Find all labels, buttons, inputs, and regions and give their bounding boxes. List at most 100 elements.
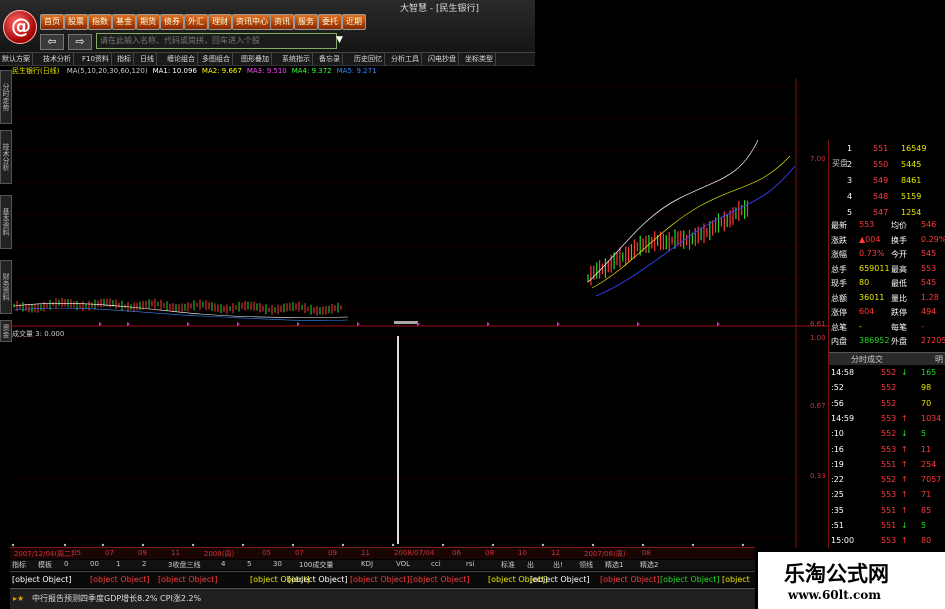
tick-volume: 165 (921, 368, 937, 377)
status-item: [object Object] (90, 575, 150, 584)
toolbar-item[interactable]: 指标 (115, 53, 134, 65)
tick-time: 15:00 (831, 536, 855, 546)
marker (99, 322, 102, 326)
search-input[interactable]: 请在此输入名称、代码或简拼，回车进入个股 (96, 33, 337, 49)
menu-button[interactable]: 资讯 (270, 14, 294, 30)
indicator-tab[interactable]: 2 (142, 560, 146, 568)
ticks-header[interactable]: 分时成交 明 (829, 352, 945, 365)
date-label: 2008(周) (204, 550, 235, 558)
toolbar-item[interactable]: 技术分析 (41, 53, 74, 65)
menu-button[interactable]: 基金 (112, 14, 136, 30)
indicator-tab[interactable]: 5 (247, 560, 251, 568)
menu-button[interactable]: 股票 (64, 14, 88, 30)
marker (357, 322, 360, 326)
toolbar-item[interactable]: 坐标类型 (463, 53, 496, 65)
menu-button[interactable]: 委托 (318, 14, 342, 30)
marker (487, 322, 490, 326)
toolbar-item[interactable]: 缠论组合 (165, 53, 198, 65)
toolbar-item[interactable]: F10资料 (80, 53, 112, 65)
tick-direction: ↑ (901, 444, 908, 454)
indicator-tab[interactable]: 标准 (501, 560, 515, 570)
menu-button[interactable]: 服务 (294, 14, 318, 30)
status-item: [object Object] (410, 575, 470, 584)
kline-series (13, 139, 796, 326)
tick-direction: ↑ (901, 490, 908, 500)
date-label: 10 (518, 549, 527, 557)
quote-value: 545 (921, 278, 937, 287)
menu-button[interactable]: 债券 (160, 14, 184, 30)
menu-button[interactable]: 近期 (342, 14, 366, 30)
tick-time: :52 (831, 383, 844, 393)
menu-button[interactable]: 外汇 (184, 14, 208, 30)
date-label: 08 (642, 549, 651, 557)
book-level: 1 (847, 144, 853, 153)
marker (127, 322, 130, 326)
chevron-down-icon[interactable]: ▼ (336, 35, 343, 45)
quote-label: 最高 (891, 264, 907, 274)
indicator-tab[interactable]: rsi (466, 560, 474, 568)
book-price[interactable]: 547 (873, 208, 888, 217)
news-ticker[interactable]: ▸★ 中行报告预测四季度GDP增长8.2% CPI涨2.2% (10, 588, 755, 609)
toolbar-item[interactable]: 分析工具 (389, 53, 422, 65)
toolbar-item[interactable]: 系统指示 (280, 53, 313, 65)
indicator-tab[interactable]: 精选1 (605, 560, 623, 570)
tick-time: :56 (831, 398, 844, 408)
forward-arrow-icon[interactable]: ⇨ (68, 34, 92, 50)
tick-direction: ↑ (901, 413, 908, 423)
tick-time: 14:58 (831, 368, 855, 377)
toolbar-item[interactable]: 历史回忆 (352, 53, 385, 65)
axis-main-top: 7.00 (810, 155, 826, 163)
book-level: 4 (847, 192, 853, 201)
indicator-tab[interactable]: 模板 (38, 560, 52, 570)
indicator-tab[interactable]: 1 (116, 560, 120, 568)
indicator-tab[interactable]: 30 (273, 560, 282, 568)
quote-value: 546 (921, 220, 937, 229)
indicator-tab[interactable]: 精选2 (640, 560, 658, 570)
menu-button[interactable]: 期货 (136, 14, 160, 30)
indicator-tab[interactable]: 4 (221, 560, 225, 568)
quote-panel: 买盘 1 551 16549 2 550 5445 3 549 8461 4 548 5159 5 547… (828, 140, 945, 548)
indicator-tab[interactable]: cci (431, 560, 441, 568)
tick-price: 553 (881, 490, 897, 500)
axis-sub-low: 0.33 (810, 472, 826, 480)
indicator-tab[interactable]: 100成交量 (299, 560, 333, 570)
status-item: [object Object] (530, 575, 590, 584)
quote-label: 最低 (891, 279, 907, 288)
toolbar-item[interactable]: 默认方案 (0, 53, 33, 65)
toolbar-item[interactable]: 图形叠加 (239, 53, 272, 65)
indicator-tab[interactable]: VOL (396, 560, 410, 568)
toolbar-item[interactable]: 日线 (138, 53, 157, 65)
date-label: 11 (361, 549, 370, 557)
book-price[interactable]: 549 (873, 176, 888, 185)
book-level: 2 (847, 160, 853, 169)
indicator-tab[interactable]: 领线 (579, 560, 593, 570)
toolbar-item[interactable]: 多图组合 (200, 53, 233, 65)
tick-price: 553 (881, 444, 897, 454)
menu-button[interactable]: 指数 (88, 14, 112, 30)
quote-value: 545 (921, 249, 937, 258)
date-label: 07 (295, 549, 304, 557)
indicator-tab[interactable]: 0 (64, 560, 68, 568)
toolbar-item[interactable]: 闪电抄盘 (426, 53, 459, 65)
tick-price: 553 (881, 413, 897, 423)
indicator-tab[interactable]: KDJ (361, 560, 373, 568)
menu-button[interactable]: 理财 (208, 14, 232, 30)
book-price[interactable]: 550 (873, 160, 888, 169)
menu-button[interactable]: 资讯中心 (232, 14, 272, 30)
tick-volume: 85 (921, 505, 932, 515)
ma-values: MA(5,10,20,30,60,120) MA1: 10.096 MA2: 9.6… (62, 67, 377, 75)
toolbar-item[interactable]: 备忘录 (317, 53, 343, 65)
quote-label: 今开 (891, 250, 907, 259)
indicator-tab[interactable]: 出! (553, 560, 563, 570)
book-price[interactable]: 551 (873, 144, 888, 153)
book-price[interactable]: 548 (873, 192, 888, 201)
indicator-tab[interactable]: 3收盘三线 (168, 560, 200, 570)
indicator-tab[interactable]: 指标 (12, 560, 26, 570)
quote-value: 0.73% (859, 249, 885, 258)
indicator-tab[interactable]: 出 (527, 560, 534, 570)
tick-price: 552 (881, 368, 897, 377)
back-arrow-icon[interactable]: ⇦ (40, 34, 64, 50)
indicator-tab[interactable]: 00 (90, 560, 99, 568)
app-logo-icon[interactable]: @ (3, 10, 37, 44)
menu-button[interactable]: 首页 (40, 14, 64, 30)
